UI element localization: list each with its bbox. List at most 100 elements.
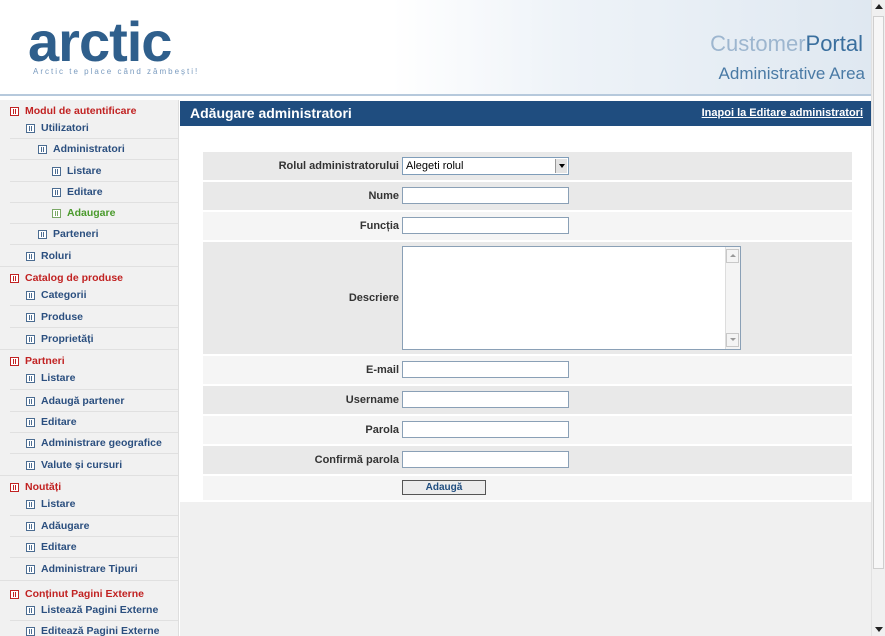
logo-tagline: Arctic te place când zâmbești! <box>33 67 200 76</box>
function-label: Funcția <box>359 220 399 232</box>
expand-icon <box>26 290 35 300</box>
sidebar-item-modul-autentificare[interactable]: Modul de autentificare <box>10 105 136 117</box>
add-button[interactable]: Adaugă <box>402 480 486 495</box>
divider <box>0 349 178 350</box>
email-input[interactable] <box>402 361 569 378</box>
sidebar-item-label: Administrare geografice <box>41 437 162 449</box>
page-title: Adăugare administratori <box>190 105 352 121</box>
header-divider <box>0 94 871 96</box>
expand-icon <box>26 373 35 383</box>
sidebar-item-noutati-listare[interactable]: Listare <box>26 498 75 510</box>
divider <box>0 266 178 267</box>
scroll-up-icon[interactable] <box>726 249 739 263</box>
sidebar-item-adaugare-active[interactable]: Adaugare <box>52 207 115 219</box>
content-title-bar: Adăugare administratori Inapoi la Editar… <box>180 101 871 126</box>
sidebar-item-administrare-tipuri[interactable]: Administrare Tipuri <box>26 563 138 575</box>
sidebar-item-administratori[interactable]: Administratori <box>38 143 125 155</box>
expand-icon <box>38 144 47 154</box>
doc-icon <box>52 208 61 218</box>
role-select-value: Alegeti rolul <box>406 160 464 172</box>
scrollbar-thumb[interactable] <box>873 16 884 569</box>
content-footer-area <box>180 502 871 636</box>
function-input[interactable] <box>402 217 569 234</box>
role-select[interactable]: Alegeti rolul <box>402 157 569 175</box>
sidebar-item-listeaza-pagini-externe[interactable]: Listează Pagini Externe <box>26 604 158 616</box>
sidebar-item-label: Proprietăți <box>41 333 94 345</box>
sidebar: Modul de autentificare Utilizatori Admin… <box>0 100 179 636</box>
sidebar-item-administrare-geografice[interactable]: Administrare geografice <box>26 437 162 449</box>
sidebar-item-label: Administratori <box>53 143 125 155</box>
form-row-role: Rolul administratorului Alegeti rolul <box>203 152 852 180</box>
divider <box>10 536 178 537</box>
sidebar-item-noutati-editare[interactable]: Editare <box>26 541 77 553</box>
divider <box>0 475 178 476</box>
sidebar-item-label: Adaugă partener <box>41 395 125 407</box>
sidebar-item-label: Conținut Pagini Externe <box>25 588 145 600</box>
sidebar-item-label: Produse <box>41 311 84 323</box>
expand-icon <box>10 356 19 366</box>
sidebar-item-catalog-produse[interactable]: Catalog de produse <box>10 272 123 284</box>
sidebar-item-roluri[interactable]: Roluri <box>26 250 71 262</box>
divider <box>10 557 178 558</box>
sidebar-item-utilizatori[interactable]: Utilizatori <box>26 122 89 134</box>
expand-icon <box>26 417 35 427</box>
sidebar-item-label: Modul de autentificare <box>25 105 137 117</box>
sidebar-item-parteneri[interactable]: Parteneri <box>38 228 99 240</box>
sidebar-item-categorii[interactable]: Categorii <box>26 289 87 301</box>
description-textarea[interactable] <box>402 246 741 350</box>
expand-icon <box>26 438 35 448</box>
expand-icon <box>26 605 35 615</box>
sidebar-item-label: Editare <box>41 416 77 428</box>
sidebar-item-partneri-editare[interactable]: Editare <box>26 416 77 428</box>
sidebar-item-noutati[interactable]: Noutăți <box>10 481 61 493</box>
sidebar-item-proprietati[interactable]: Proprietăți <box>26 333 94 345</box>
confirm-password-input[interactable] <box>402 451 569 468</box>
portal-title: CustomerPortal <box>710 31 863 57</box>
sidebar-item-label: Listează Pagini Externe <box>41 604 159 616</box>
username-label: Username <box>345 394 399 406</box>
expand-icon <box>26 312 35 322</box>
sidebar-item-noutati-adaugare[interactable]: Adăugare <box>26 520 89 532</box>
form-row-confirm-password: Confirmă parola <box>203 446 852 474</box>
sidebar-item-valute-cursuri[interactable]: Valute și cursuri <box>26 459 122 471</box>
sidebar-item-label: Noutăți <box>25 481 62 493</box>
sidebar-item-adauga-partener[interactable]: Adaugă partener <box>26 395 124 407</box>
name-input[interactable] <box>402 187 569 204</box>
sidebar-item-partneri[interactable]: Partneri <box>10 355 65 367</box>
divider <box>10 411 178 412</box>
role-label: Rolul administratorului <box>278 160 399 172</box>
expand-icon <box>26 123 35 133</box>
sidebar-item-editare[interactable]: Editare <box>52 186 103 198</box>
username-input[interactable] <box>402 391 569 408</box>
name-label: Nume <box>368 190 399 202</box>
form-row-name: Nume <box>203 182 852 210</box>
sidebar-item-continut-pagini-externe[interactable]: Conținut Pagini Externe <box>10 588 144 600</box>
sidebar-item-label: Listare <box>41 498 76 510</box>
sidebar-item-partneri-listare[interactable]: Listare <box>26 372 75 384</box>
form-row-email: E-mail <box>203 356 852 384</box>
form-row-function: Funcția <box>203 212 852 240</box>
back-to-edit-link[interactable]: Inapoi la Editare administratori <box>702 107 863 119</box>
doc-icon <box>52 166 61 176</box>
expand-icon <box>26 499 35 509</box>
password-input[interactable] <box>402 421 569 438</box>
scroll-up-arrow-icon[interactable] <box>875 4 883 9</box>
form-row-description: Descriere <box>203 242 852 354</box>
expand-icon <box>26 460 35 470</box>
arctic-logo[interactable]: arctic <box>28 14 172 70</box>
scroll-down-icon[interactable] <box>726 333 739 347</box>
dropdown-arrow-icon[interactable] <box>555 159 567 173</box>
form-row-password: Parola <box>203 416 852 444</box>
sidebar-item-label: Valute și cursuri <box>41 459 123 471</box>
sidebar-item-label: Adăugare <box>41 520 90 532</box>
sidebar-item-label: Catalog de produse <box>25 272 124 284</box>
sidebar-item-listare[interactable]: Listare <box>52 165 101 177</box>
expand-icon <box>10 273 19 283</box>
sidebar-item-editeaza-pagini-externe[interactable]: Editează Pagini Externe <box>26 625 159 636</box>
window-scrollbar[interactable] <box>871 0 885 636</box>
sidebar-item-produse[interactable]: Produse <box>26 311 83 323</box>
description-label: Descriere <box>348 292 399 304</box>
scroll-down-arrow-icon[interactable] <box>875 627 883 632</box>
sidebar-item-label: Editare <box>67 186 103 198</box>
sidebar-item-label: Editează Pagini Externe <box>41 625 160 636</box>
